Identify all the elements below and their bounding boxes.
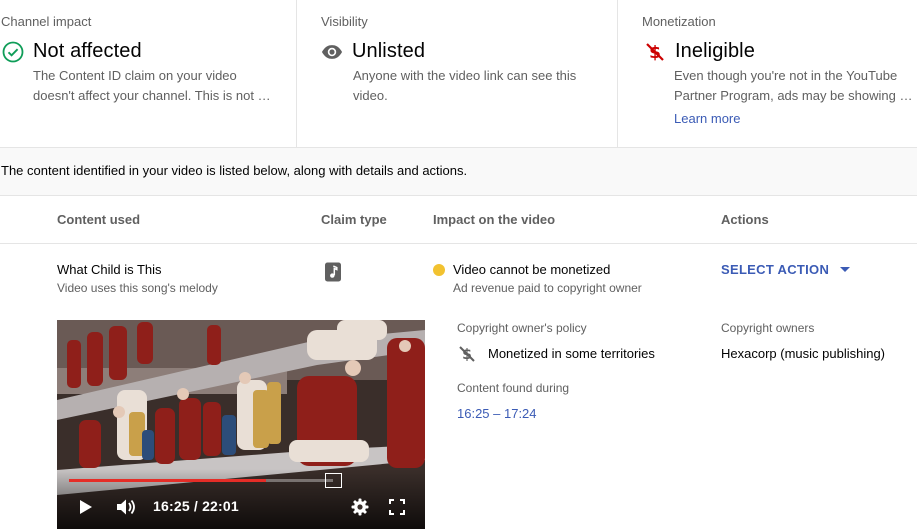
select-action-label: SELECT ACTION: [721, 262, 830, 277]
impact-subtitle: Ad revenue paid to copyright owner: [453, 281, 642, 295]
visibility-description-line2: video.: [353, 88, 388, 103]
check-circle-icon: [2, 41, 24, 63]
header-claim-type: Claim type: [321, 212, 387, 227]
header-actions: Actions: [721, 212, 769, 227]
header-impact: Impact on the video: [433, 212, 556, 227]
fullscreen-icon[interactable]: [388, 498, 406, 516]
content-found-label: Content found during: [457, 381, 570, 395]
policy-value: Monetized in some territories: [488, 346, 655, 361]
content-found-time-link[interactable]: 16:25 – 17:24: [457, 406, 537, 421]
playback-time: 16:25 / 22:01: [153, 498, 239, 514]
table-header: Content used Claim type Impact on the vi…: [0, 196, 917, 244]
copyright-owners-label: Copyright owners: [721, 321, 815, 335]
music-note-icon: [324, 262, 342, 287]
header-content-used: Content used: [57, 212, 141, 227]
monetization-description-line2: Partner Program, ads may be showing o…: [674, 88, 915, 103]
eye-icon: [321, 41, 343, 63]
channel-impact-description: The Content ID claim on your video doesn…: [33, 68, 271, 103]
visibility-value: Unlisted: [352, 40, 426, 62]
visibility-label: Visibility: [321, 14, 368, 29]
dollar-off-icon: $: [644, 41, 666, 63]
progress-bar[interactable]: [69, 479, 333, 482]
monetization-status: $ Ineligible: [644, 40, 755, 63]
impact-title: Video cannot be monetized: [453, 262, 611, 277]
visibility-description-line1: Anyone with the video link can see this: [353, 68, 577, 83]
policy-label: Copyright owner's policy: [457, 321, 587, 335]
dollar-off-icon: $: [458, 345, 476, 368]
select-action-button[interactable]: SELECT ACTION: [721, 262, 851, 277]
channel-impact-status: Not affected: [2, 40, 142, 63]
progress-fill: [69, 479, 266, 482]
info-band: The content identified in your video is …: [0, 147, 917, 196]
settings-gear-icon[interactable]: [350, 497, 370, 517]
visibility-card: Visibility Unlisted Anyone with the vide…: [297, 0, 618, 147]
monetization-description-line1: Even though you're not in the YouTube: [674, 68, 898, 83]
monetization-label: Monetization: [642, 14, 716, 29]
channel-impact-label: Channel impact: [1, 14, 92, 29]
content-subtitle: Video uses this song's melody: [57, 281, 218, 295]
volume-icon[interactable]: [115, 497, 139, 517]
monetization-card: Monetization $ Ineligible Even though yo…: [618, 0, 917, 147]
copyright-owner-value: Hexacorp (music publishing): [721, 346, 886, 361]
info-band-text: The content identified in your video is …: [1, 163, 468, 178]
channel-impact-value: Not affected: [33, 40, 142, 62]
visibility-status: Unlisted: [321, 40, 425, 63]
video-player[interactable]: 16:25 / 22:01: [57, 320, 425, 529]
claim-summary: Channel impact Not affected The Content …: [0, 0, 917, 147]
scrubber-handle[interactable]: [325, 473, 342, 488]
learn-more-link[interactable]: Learn more: [674, 111, 740, 126]
content-title: What Child is This: [57, 262, 162, 277]
play-icon[interactable]: [77, 498, 95, 516]
channel-impact-card: Channel impact Not affected The Content …: [0, 0, 297, 147]
impact-status-dot: [433, 264, 445, 276]
caret-down-icon: [840, 267, 851, 272]
monetization-value: Ineligible: [675, 40, 755, 62]
